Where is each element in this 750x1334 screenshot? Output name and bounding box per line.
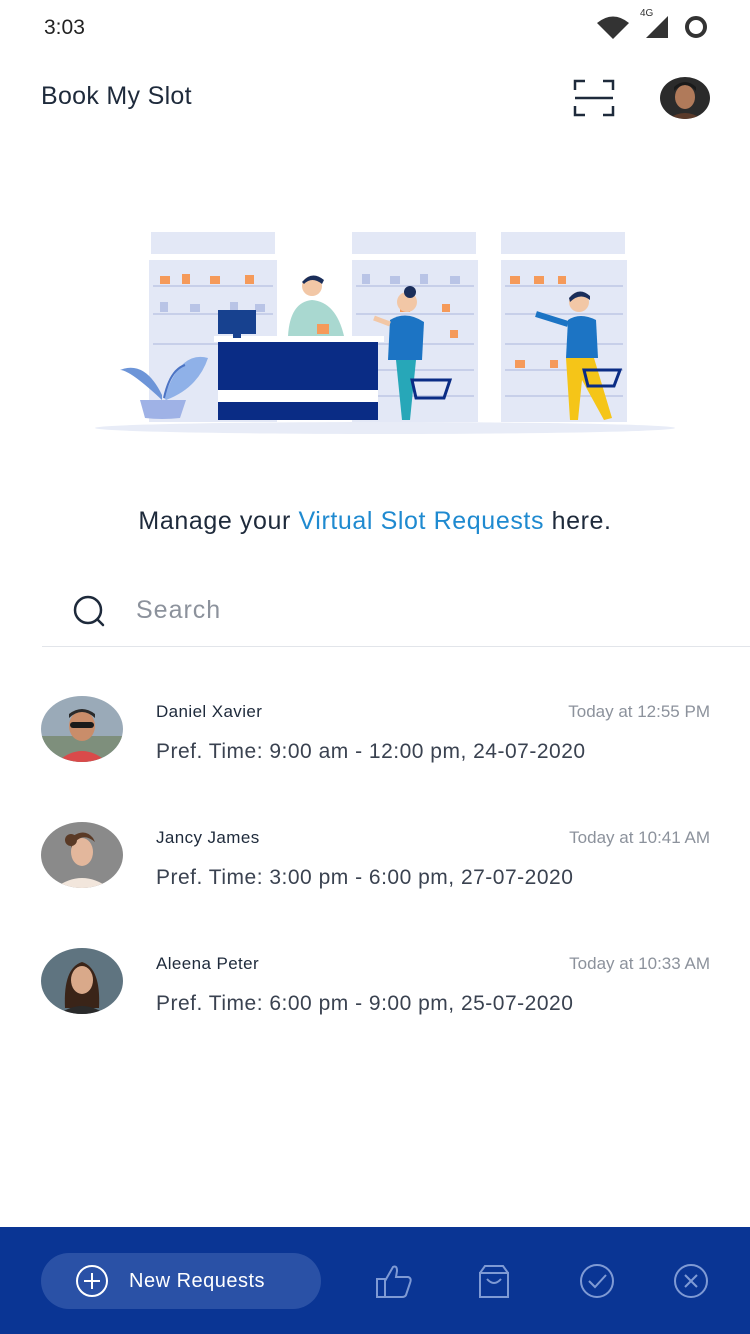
pharmacy-store-illustration: [95, 232, 675, 434]
check-circle-icon[interactable]: [578, 1263, 616, 1299]
request-pref-time: Pref. Time: 6:00 pm - 9:00 pm, 25-07-202…: [156, 992, 574, 1015]
page-title: Book My Slot: [41, 82, 192, 110]
tagline-suffix: here.: [544, 507, 612, 535]
thumbs-up-icon[interactable]: [375, 1263, 413, 1299]
request-time: Today at 10:41 AM: [569, 828, 710, 847]
request-name: Jancy James: [156, 828, 260, 847]
request-name: Daniel Xavier: [156, 702, 263, 721]
request-pref-time: Pref. Time: 3:00 pm - 6:00 pm, 27-07-202…: [156, 866, 574, 889]
close-circle-icon[interactable]: [672, 1263, 710, 1299]
cellular-signal-icon: 4G: [640, 8, 670, 40]
request-avatar: [41, 948, 123, 1014]
request-avatar: [41, 822, 123, 888]
search-input[interactable]: [136, 590, 696, 630]
status-time: 3:03: [44, 16, 85, 39]
profile-avatar[interactable]: [660, 77, 710, 119]
wifi-icon: [597, 16, 629, 39]
plus-circle-icon: [76, 1265, 108, 1297]
battery-ring-icon: [685, 16, 707, 38]
request-item-daniel-xavier[interactable]: Daniel Xavier Today at 12:55 PM Pref. Ti…: [0, 690, 750, 790]
app-header: Book My Slot: [0, 66, 750, 130]
status-icons: 4G: [596, 8, 708, 40]
scan-button[interactable]: [573, 79, 615, 117]
request-name: Aleena Peter: [156, 954, 260, 973]
search-bar: [42, 580, 750, 647]
request-item-aleena-peter[interactable]: Aleena Peter Today at 10:33 AM Pref. Tim…: [0, 942, 750, 1042]
hero-illustration: [90, 220, 680, 440]
network-type-label: 4G: [640, 8, 654, 19]
new-requests-label: New Requests: [129, 1269, 266, 1292]
search-icon[interactable]: [70, 592, 110, 632]
tagline-highlight[interactable]: Virtual Slot Requests: [298, 507, 544, 535]
bottom-nav: New Requests: [0, 1227, 750, 1334]
new-requests-button[interactable]: New Requests: [41, 1253, 321, 1309]
request-avatar: [41, 696, 123, 762]
request-time: Today at 10:33 AM: [569, 954, 710, 973]
request-time: Today at 12:55 PM: [568, 702, 710, 721]
status-bar: 3:03 4G: [0, 0, 750, 56]
scan-icon: [573, 79, 615, 117]
request-pref-time: Pref. Time: 9:00 am - 12:00 pm, 24-07-20…: [156, 740, 586, 763]
shopping-bag-icon[interactable]: [475, 1263, 513, 1299]
request-item-jancy-james[interactable]: Jancy James Today at 10:41 AM Pref. Time…: [0, 816, 750, 916]
tagline: Manage your Virtual Slot Requests here.: [0, 507, 750, 536]
tagline-prefix: Manage your: [138, 507, 299, 535]
